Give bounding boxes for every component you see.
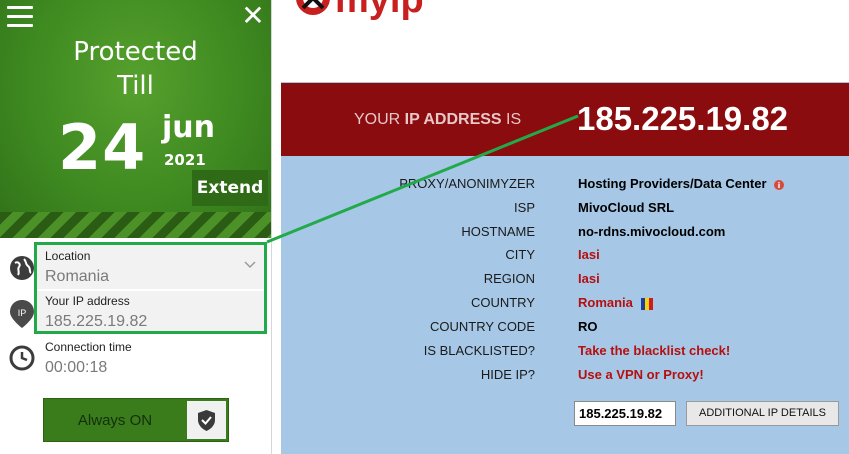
region-value[interactable]: Iasi	[578, 271, 600, 286]
row-key: COUNTRY	[470, 295, 535, 310]
chevron-down-icon[interactable]	[243, 258, 257, 272]
decorative-stripes	[0, 212, 271, 238]
globe-icon	[10, 256, 34, 280]
myip-logo[interactable]: myip	[289, 0, 429, 20]
row-key: REGION	[483, 271, 535, 286]
svg-text:myip: myip	[335, 0, 424, 20]
hide-ip-link[interactable]: Use a VPN or Proxy!	[578, 367, 704, 382]
ip-address-label: Your IP address	[45, 294, 130, 308]
myip-page: myip YOUR IP ADDRESS IS 185.225.19.82 PR…	[281, 0, 849, 454]
hostname-value: no-rdns.mivocloud.com	[578, 224, 726, 239]
shield-check-icon	[198, 410, 215, 431]
row-key: PROXY/ANONIMYZER	[399, 176, 535, 191]
proxy-value: Hosting Providers/Data Center	[578, 176, 785, 191]
close-icon[interactable]: ✕	[240, 2, 266, 30]
always-on-toggle[interactable]: Always ON	[43, 398, 229, 442]
clock-icon	[9, 345, 35, 371]
row-key: HIDE IP?	[480, 367, 535, 382]
row-key: ISP	[514, 200, 535, 215]
banner-ip-address: 185.225.19.82	[577, 100, 789, 137]
row-key: IS BLACKLISTED?	[423, 343, 535, 358]
protected-label: Protected	[73, 37, 198, 67]
info-icon[interactable]	[774, 179, 785, 190]
row-key: HOSTNAME	[461, 224, 535, 239]
country-code-value: RO	[578, 319, 598, 334]
connection-time-label: Connection time	[45, 340, 132, 354]
country-value[interactable]: Romania	[578, 295, 653, 310]
menu-icon[interactable]	[7, 6, 33, 28]
row-key: COUNTRY CODE	[430, 319, 535, 334]
ip-address-value: 185.225.19.82	[45, 313, 148, 330]
expiry-month: jun	[162, 110, 215, 145]
isp-value: MivoCloud SRL	[578, 200, 675, 215]
toggle-knob[interactable]	[187, 401, 226, 439]
always-on-label: Always ON	[77, 412, 153, 429]
till-label: Till	[117, 71, 154, 101]
romania-flag-icon	[640, 297, 653, 310]
row-key: CITY	[505, 247, 535, 262]
subscription-hero: ✕ Protected Till 24 jun 2021 Extend	[0, 0, 271, 238]
site-header: myip	[281, 0, 849, 82]
extend-button[interactable]: Extend	[192, 170, 268, 206]
vpn-panel: ✕ Protected Till 24 jun 2021 Extend Loca…	[0, 0, 272, 454]
svg-text:IP: IP	[18, 308, 27, 318]
ip-banner: YOUR IP ADDRESS IS 185.225.19.82	[281, 83, 849, 156]
location-label: Location	[45, 249, 91, 263]
location-value[interactable]: Romania	[45, 268, 109, 286]
city-value[interactable]: Iasi	[578, 247, 600, 262]
ip-lookup-input[interactable]: 185.225.19.82	[574, 401, 676, 426]
additional-ip-details-button[interactable]: ADDITIONAL IP DETAILS	[686, 401, 839, 426]
connection-time-value: 00:00:18	[45, 359, 108, 376]
ip-pin-icon: IP	[10, 300, 34, 328]
expiry-year: 2021	[164, 151, 206, 169]
expiry-day: 24	[58, 111, 147, 184]
your-ip-label: YOUR IP ADDRESS IS	[354, 111, 522, 128]
blacklist-check-link[interactable]: Take the blacklist check!	[578, 343, 730, 358]
